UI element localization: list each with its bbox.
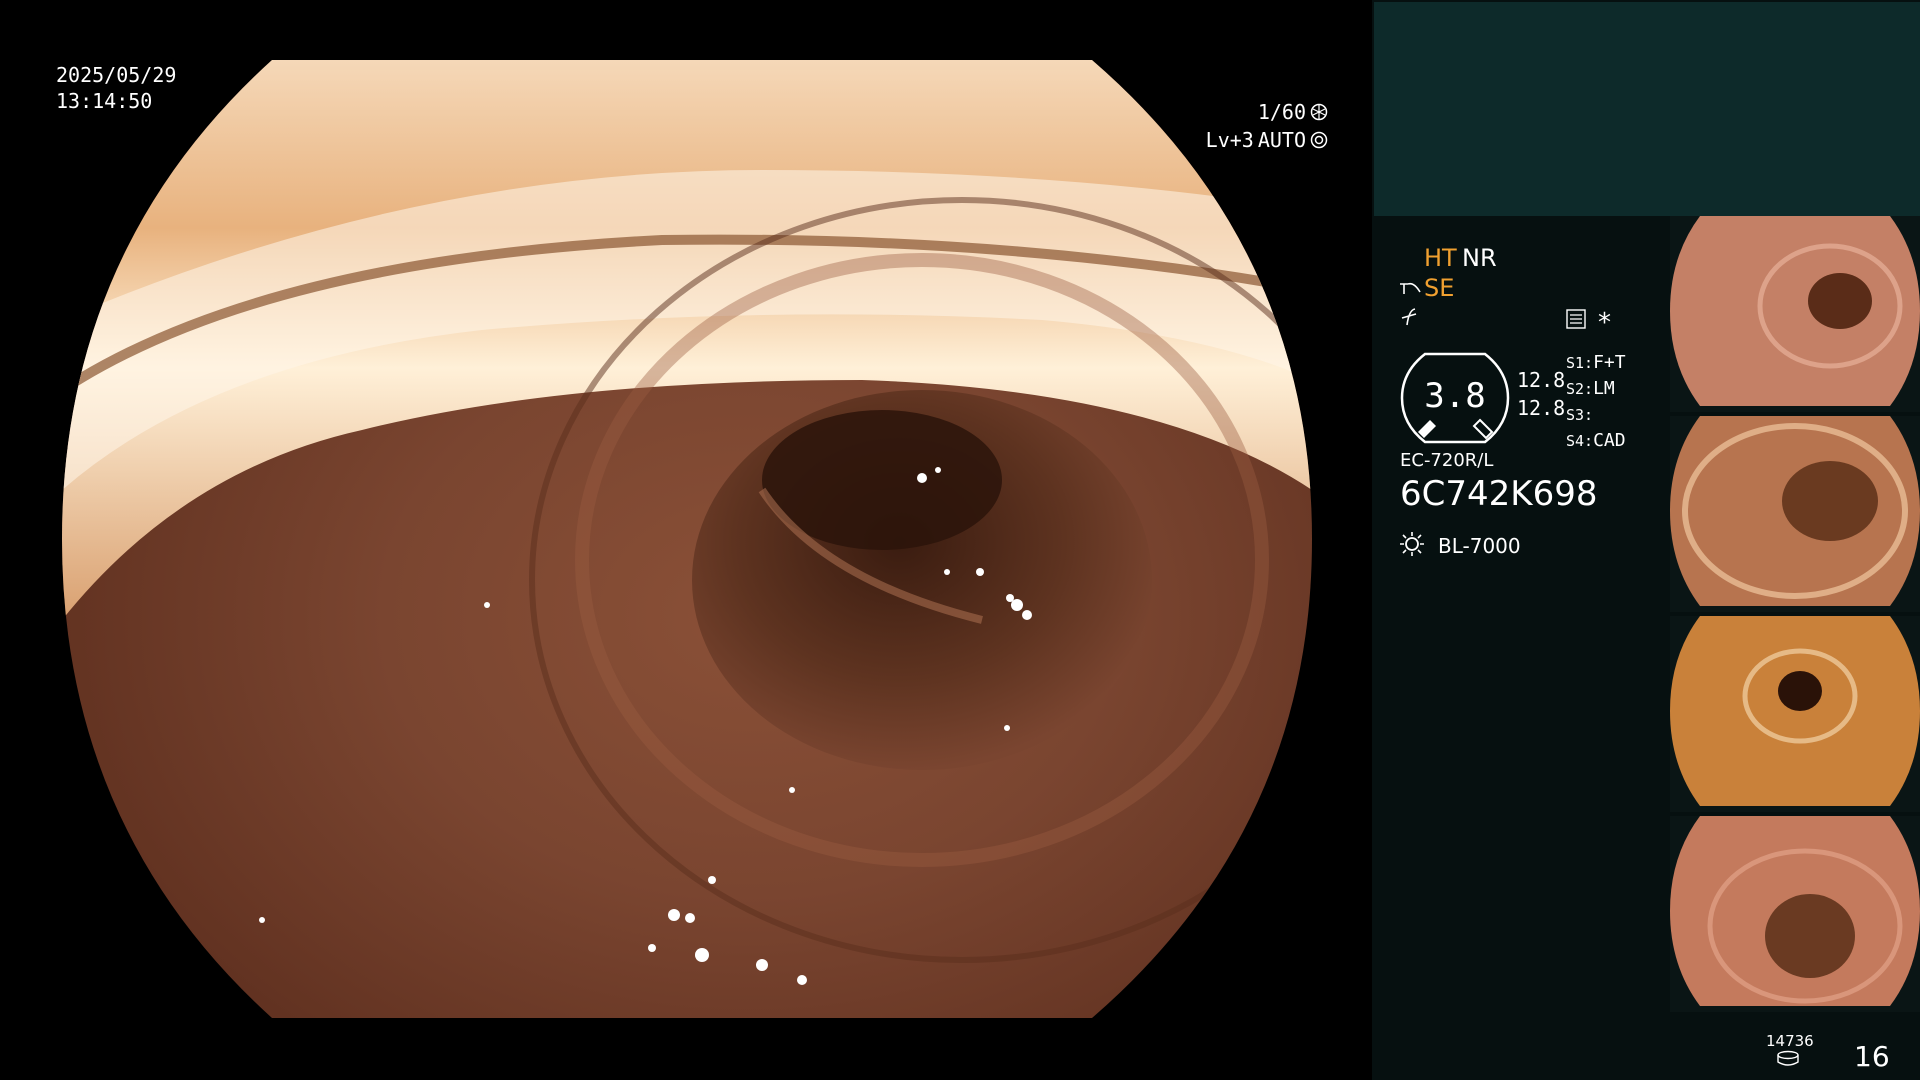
iris-level: Lv+3	[1205, 128, 1254, 152]
osd-datetime: 2025/05/29 13:14:50	[56, 62, 176, 114]
shutter-icon	[1310, 103, 1328, 121]
thumbnail-1[interactable]	[1670, 216, 1920, 412]
nr-indicator: NR	[1462, 244, 1497, 272]
storage-icon	[1777, 1050, 1799, 1066]
scope-switch-list: S1:F+T S2:LM S3: S4:CAD	[1566, 350, 1626, 454]
structure-enhancement-icon	[1400, 282, 1421, 294]
zoom-value-2: 12.8	[1517, 396, 1566, 420]
shutter-speed: 1/60	[1257, 100, 1306, 124]
side-panel-header	[1374, 2, 1920, 216]
switch-s2-key: S2:	[1566, 380, 1594, 398]
se-indicator: SE	[1424, 274, 1455, 302]
switch-s4: S4:CAD	[1566, 428, 1626, 454]
endoscope-live-view: 2025/05/29 13:14:50 1/60 Lv+3 AUTO	[0, 0, 1372, 1080]
iris-icon	[1310, 131, 1328, 149]
thumbnail-4[interactable]	[1670, 816, 1920, 1012]
switch-s1-value: F+T	[1593, 352, 1626, 373]
zoom-values: 12.8 12.8	[1517, 366, 1565, 422]
thumbnail-2[interactable]	[1670, 416, 1920, 612]
image-count: 14736	[1766, 1032, 1814, 1050]
osd-date: 2025/05/29	[56, 63, 177, 87]
zoom-value-1: 12.8	[1517, 368, 1566, 392]
captured-images-strip	[1670, 216, 1920, 1016]
ht-indicator: HT	[1424, 244, 1457, 272]
switch-s3-key: S3:	[1566, 406, 1594, 424]
switch-s2-value: LM	[1593, 378, 1615, 399]
osd-exposure: 1/60 Lv+3 AUTO	[1128, 98, 1328, 154]
zoom-indicator: 3.8	[1400, 352, 1510, 444]
switch-s4-key: S4:	[1566, 432, 1594, 450]
switch-s2: S2:LM	[1566, 376, 1626, 402]
light-source-model: BL-7000	[1438, 534, 1521, 558]
asterisk-indicator: *	[1598, 308, 1611, 338]
zoom-value: 3.8	[1424, 376, 1486, 416]
switch-s1: S1:F+T	[1566, 350, 1626, 376]
endoscopic-image	[62, 60, 1312, 1018]
color-mode-icon	[1401, 308, 1417, 326]
switch-s3: S3:	[1566, 402, 1626, 428]
capture-count: 16	[1854, 1040, 1890, 1073]
iris-mode: AUTO	[1257, 128, 1306, 152]
switch-s1-key: S1:	[1566, 354, 1594, 372]
thumbnail-3[interactable]	[1670, 616, 1920, 812]
status-info-panel: HT NR SE * 3.8 12.8 12.8 S1:F+T S2:LM S3…	[1372, 216, 1672, 1080]
osd-time: 13:14:50	[56, 89, 153, 113]
scope-serial: 6C742K698	[1400, 474, 1598, 514]
scope-model: EC-720R/L	[1400, 450, 1494, 471]
light-source-icon	[1400, 532, 1424, 556]
record-icon	[1566, 309, 1586, 329]
switch-s4-value: CAD	[1593, 430, 1626, 451]
